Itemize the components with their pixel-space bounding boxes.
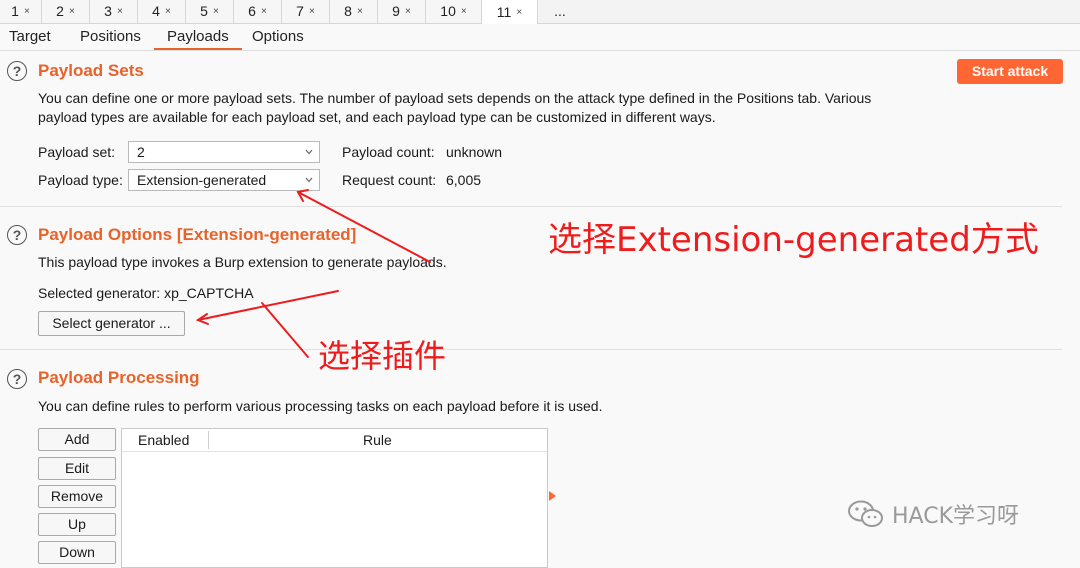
annotation-extension-generated: 选择Extension-generated方式 bbox=[548, 220, 1039, 260]
wechat-icon bbox=[848, 500, 883, 527]
arrow-to-select-generator bbox=[197, 290, 339, 321]
annotation-select-plugin: 选择插件 bbox=[318, 337, 447, 375]
watermark-text: HACK学习呀 bbox=[892, 504, 1019, 529]
annotation-pointer-line bbox=[261, 302, 309, 358]
arrow-to-payload-type bbox=[297, 191, 431, 263]
annotation-arrows bbox=[195, 189, 431, 358]
watermark: HACK学习呀 bbox=[846, 498, 1019, 530]
